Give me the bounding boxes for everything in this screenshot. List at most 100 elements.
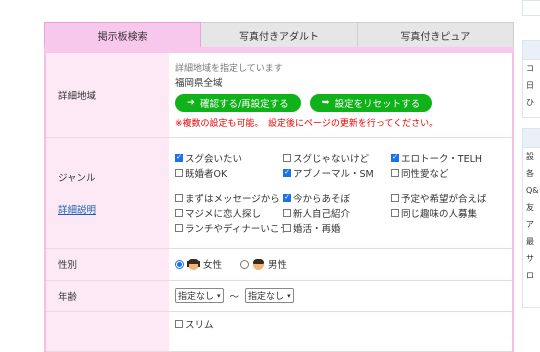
age-to-value: 指定なし [248,292,285,302]
genre-checkbox[interactable]: 予定や希望が合えば [391,191,509,205]
checkbox-label: ランチやディナーいこう [185,223,289,235]
checkbox-label: スグじゃないけど [293,153,370,165]
checkbox-label: 予定や希望が合えば [401,193,487,205]
genre-checkbox[interactable]: 同性愛など [391,166,509,180]
tab-board-search[interactable]: 掲示板検索 [44,22,202,47]
checkbox-label: 婚活・再婚 [293,223,341,235]
confirm-area-button-label: 確認する/再設定する [199,98,289,110]
age-from-select[interactable]: 指定なし ▾ [175,288,224,303]
age-range-separator: 〜 [229,291,240,303]
search-panel: 掲示板検索 写真付きアダルト 写真付きピュア 詳細地域 詳細地域を指定しています… [44,22,514,352]
sidebar-item[interactable]: 日 [523,77,540,94]
checkbox-checked[interactable] [283,193,291,202]
genre-checkbox[interactable]: まずはメッセージから [175,191,283,205]
checkbox-unchecked[interactable] [175,319,183,328]
body-type-label [46,311,169,352]
sidebar-item[interactable]: ひ [523,94,540,111]
body-type-checkbox[interactable]: スリム [175,317,506,331]
checkbox-checked[interactable] [283,168,291,177]
area-value: 福岡県全域 [175,77,223,89]
genre-checkbox[interactable]: 既婚者OK [175,166,283,180]
reset-settings-button[interactable]: ➥ 設定をリセットする [309,93,433,112]
checkbox-unchecked[interactable] [175,193,183,202]
genre-options-cell: スグ会いたい スグじゃないけど エロトーク・TELH 既婚者OK アブノーマル・… [169,137,512,249]
genre-checkbox[interactable]: ランチやディナーいこう [175,221,289,235]
checkbox-label: 新人自己紹介 [293,208,351,220]
sidebar-panel-top [522,0,540,16]
checkbox-label: 同性愛など [401,168,449,180]
gender-female-radio[interactable]: 女性 [175,257,222,271]
genre-checkbox[interactable]: 同じ趣味の人募集 [391,206,509,220]
sidebar-item[interactable]: 最 [523,233,540,250]
age-select-cell: 指定なし ▾ 〜 指定なし ▾ [169,280,512,312]
checkbox-unchecked[interactable] [391,193,399,202]
sidebar-item[interactable]: ア [523,216,540,233]
age-to-select[interactable]: 指定なし ▾ [245,288,294,303]
checkbox-label: エロトーク・TELH [401,153,483,165]
confirm-area-button[interactable]: ➔ 確認する/再設定する [175,93,301,112]
genre-detail-link[interactable]: 詳細説明 [58,202,169,216]
genre-checkbox[interactable]: スグじゃないけど [283,151,391,165]
tab-photo-pure[interactable]: 写真付きピュア [357,22,514,47]
genre-options-group1: スグ会いたい スグじゃないけど エロトーク・TELH 既婚者OK アブノーマル・… [175,151,506,180]
search-form: 詳細地域 詳細地域を指定しています 福岡県全域 ➔ 確認する/再設定する ➥ 設… [44,53,514,352]
genre-checkbox[interactable]: アブノーマル・SM [283,166,391,180]
radio-selected[interactable] [175,259,184,269]
checkbox-label: 同じ趣味の人募集 [401,208,478,220]
arrow-right-icon: ➔ [187,97,195,109]
gender-options-cell: 女性 男性 [169,248,512,281]
sidebar-item[interactable]: 友 [523,199,540,216]
checkbox-label: スリム [185,319,214,331]
area-note: 詳細地域を指定しています [175,63,283,74]
checkbox-unchecked[interactable] [391,208,399,217]
female-face-icon [187,258,200,270]
genre-checkbox[interactable]: エロトーク・TELH [391,151,509,165]
age-from-value: 指定なし [178,292,215,302]
reset-settings-button-label: 設定をリセットする [334,98,421,110]
gender-female-label: 女性 [203,260,223,271]
chevron-down-icon: ▾ [287,291,291,300]
checkbox-unchecked[interactable] [283,153,291,162]
body-type-cell: スリム [169,311,512,352]
checkbox-unchecked[interactable] [175,223,183,232]
checkbox-unchecked[interactable] [175,168,183,177]
checkbox-unchecked[interactable] [391,168,399,177]
genre-checkbox[interactable]: 今からあそぼ [283,191,391,205]
gender-label: 性別 [46,248,169,281]
genre-checkbox[interactable]: 新人自己紹介 [283,206,391,220]
genre-checkbox[interactable]: スグ会いたい [175,151,283,165]
sidebar-item[interactable]: Q& [523,182,540,199]
sidebar-item[interactable]: サ [523,250,540,267]
checkbox-unchecked[interactable] [283,208,291,217]
genre-options-group2: まずはメッセージから 今からあそぼ 予定や希望が合えば マジメに恋人探し 新人自… [175,191,506,235]
sidebar-header [523,41,540,60]
sidebar-item[interactable]: コ [523,60,540,77]
checkbox-label: スグ会いたい [185,153,243,165]
gender-male-radio[interactable]: 男性 [240,257,287,271]
checkbox-label: アブノーマル・SM [293,168,374,180]
chevron-down-icon: ▾ [217,291,221,300]
area-value-cell: 詳細地域を指定しています 福岡県全域 ➔ 確認する/再設定する ➥ 設定をリセッ… [169,53,512,138]
checkbox-checked[interactable] [391,153,399,162]
checkbox-unchecked[interactable] [175,208,183,217]
area-warning: ※複数の設定も可能。 設定後にページの更新を行ってください。 [175,118,439,129]
tab-photo-adult[interactable]: 写真付きアダルト [201,22,358,47]
checkbox-label: まずはメッセージから [185,193,280,205]
age-label: 年齢 [46,280,169,312]
radio-unselected[interactable] [240,259,250,269]
gender-male-label: 男性 [268,260,288,271]
sidebar-header [523,129,540,148]
genre-label-cell: ジャンル 詳細説明 [46,137,169,249]
checkbox-label: 既婚者OK [185,168,228,180]
checkbox-label: 今からあそぼ [293,193,351,205]
genre-checkbox[interactable]: 婚活・再婚 [283,221,391,235]
sidebar-panel-links: コ 日 ひ [522,40,540,118]
genre-checkbox[interactable]: マジメに恋人探し [175,206,283,220]
checkbox-unchecked[interactable] [283,223,291,232]
sidebar-item[interactable]: 設 [523,148,540,165]
sidebar-item[interactable]: 各 [523,165,540,182]
sidebar-panel-menu: 設 各 Q& 友 ア 最 サ ロ [522,128,540,308]
checkbox-checked[interactable] [175,153,183,162]
sidebar-item[interactable]: ロ [523,267,540,284]
search-tabs: 掲示板検索 写真付きアダルト 写真付きピュア [44,22,514,47]
